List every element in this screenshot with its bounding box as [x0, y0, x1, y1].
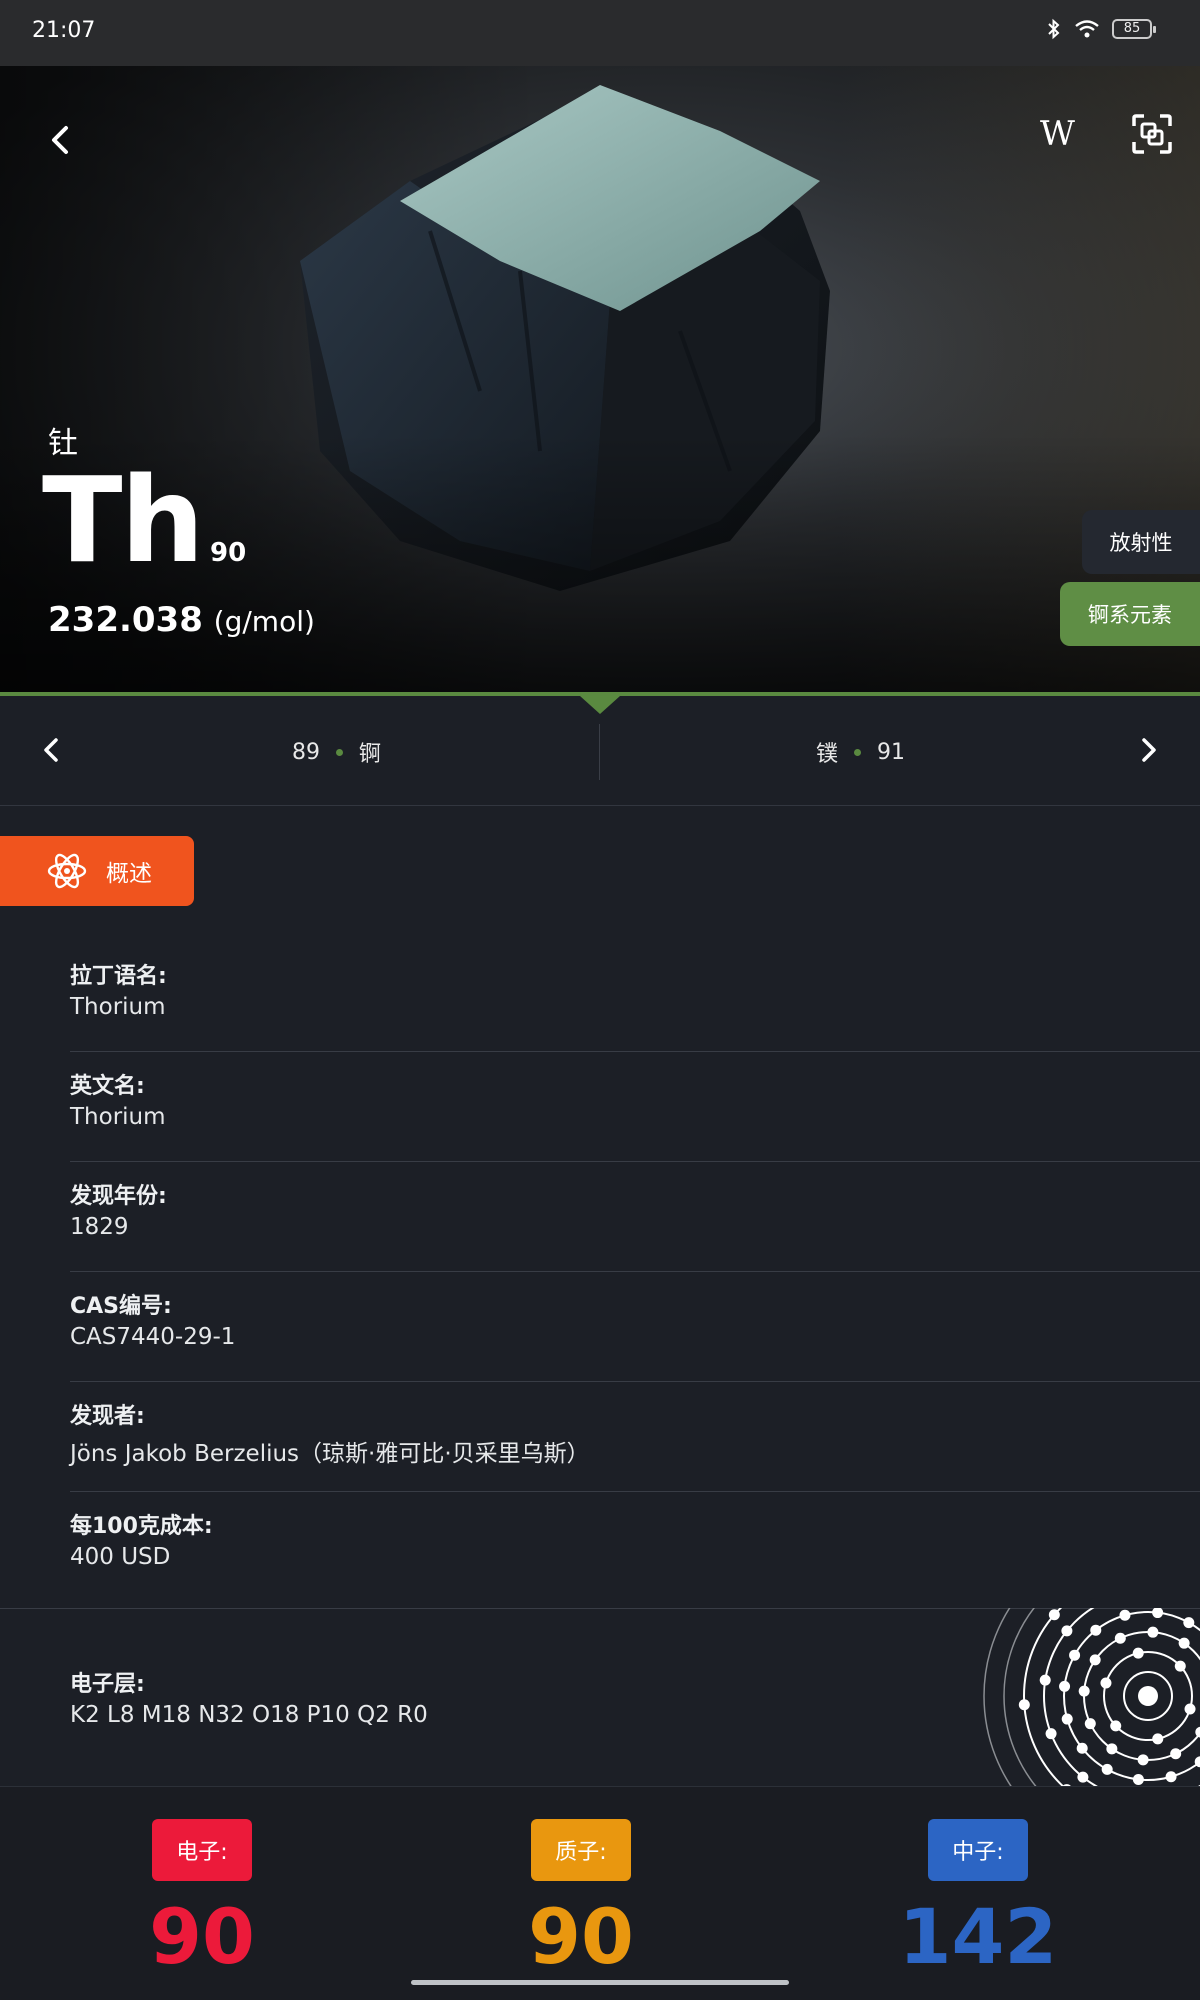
particle-counts: 电子: 质子: 中子: 90 90 142: [0, 1786, 1200, 2000]
wifi-icon: [1075, 20, 1099, 38]
orbit-electron: [1119, 1609, 1131, 1621]
orbit-electron: [1061, 1625, 1073, 1637]
orbit-electron: [1039, 1674, 1051, 1686]
orbit-electron: [1165, 1771, 1177, 1783]
neutron-badge: 中子:: [928, 1819, 1028, 1881]
orbit-electron: [1045, 1728, 1057, 1740]
info-cost: 每100克成本: 400 USD: [70, 1492, 1200, 1602]
orbit-electron: [1195, 1726, 1200, 1738]
orbit-electron: [1106, 1743, 1118, 1755]
electron-badge: 电子:: [152, 1819, 252, 1881]
screenshot-icon[interactable]: [1128, 110, 1176, 158]
status-bar: 21:07 85: [0, 0, 1200, 66]
orbit-electron: [1089, 1654, 1101, 1666]
orbit-electron: [1018, 1699, 1030, 1711]
info-value: Thorium: [70, 994, 166, 1020]
wikipedia-button[interactable]: W: [1040, 114, 1075, 154]
electron-count: 90: [149, 1892, 255, 1981]
orbit-electron: [1114, 1632, 1126, 1644]
shell-value: K2 L8 M18 N32 O18 P10 Q2 R0: [70, 1702, 428, 1728]
orbit-nucleus: [1138, 1686, 1158, 1706]
info-latin-name: 拉丁语名: Thorium: [70, 942, 1200, 1052]
tag-radioactive[interactable]: 放射性: [1082, 510, 1200, 574]
info-label: 发现年份:: [70, 1184, 167, 1209]
orbit-electron: [1110, 1720, 1122, 1732]
orbit-ring: [1003, 1608, 1037, 1786]
orbit-electron: [1078, 1685, 1090, 1697]
atomic-mass-value: 232.038: [48, 600, 203, 640]
info-label: 英文名:: [70, 1074, 145, 1099]
atom-icon: [47, 853, 87, 889]
info-value: Thorium: [70, 1104, 166, 1130]
info-label: CAS编号:: [70, 1294, 172, 1319]
orbit-electron: [1152, 1608, 1164, 1619]
info-cas-number: CAS编号: CAS7440-29-1: [70, 1272, 1200, 1382]
orbit-electron: [1132, 1647, 1144, 1659]
back-arrow-icon[interactable]: [32, 112, 88, 168]
tab-overview[interactable]: 概述: [0, 836, 194, 906]
tab-overview-label: 概述: [106, 861, 152, 887]
battery-icon: 85: [1112, 19, 1156, 39]
status-time: 21:07: [32, 18, 96, 43]
orbit-electron: [1069, 1649, 1081, 1661]
orbit-electron: [1084, 1718, 1096, 1730]
orbit-electron: [1132, 1773, 1144, 1785]
element-info-list: 拉丁语名: Thorium 英文名: Thorium 发现年份: 1829 CA…: [70, 942, 1200, 1602]
separator-dot: [854, 748, 862, 756]
info-value: CAS7440-29-1: [70, 1324, 236, 1350]
info-label: 每100克成本:: [70, 1514, 213, 1539]
orbit-electron: [1184, 1703, 1196, 1715]
orbit-electron: [1152, 1733, 1164, 1745]
electron-shells: 电子层: K2 L8 M18 N32 O18 P10 Q2 R0: [70, 1666, 428, 1728]
info-value: Jöns Jakob Berzelius（琼斯·雅可比·贝采里乌斯）: [70, 1441, 590, 1467]
bluetooth-icon: [1048, 18, 1060, 40]
orbit-electron: [1090, 1624, 1102, 1636]
neutron-count: 142: [898, 1892, 1058, 1981]
orbit-electron: [1101, 1763, 1113, 1775]
thorium-sample-image: [300, 85, 830, 591]
orbit-electron: [1147, 1626, 1159, 1638]
chevron-left-icon[interactable]: [32, 730, 72, 770]
atomic-number: 90: [210, 538, 247, 568]
proton-count: 90: [528, 1892, 634, 1981]
info-value: 1829: [70, 1214, 129, 1240]
chevron-right-icon[interactable]: [1128, 730, 1168, 770]
orbit-electron: [1183, 1617, 1195, 1629]
orbit-electron: [1061, 1713, 1073, 1725]
element-navigation: 89 锕 镤 91: [0, 696, 1200, 806]
separator-dot: [336, 748, 343, 756]
orbit-ring: [1023, 1608, 1065, 1786]
info-label: 拉丁语名:: [70, 964, 167, 989]
proton-badge: 质子:: [531, 1819, 631, 1881]
prev-element-name: 锕: [359, 742, 382, 767]
shell-label: 电子层:: [70, 1672, 145, 1697]
orbit-electron: [1170, 1748, 1182, 1760]
orbit-electron: [1137, 1754, 1149, 1766]
electron-orbit-diagram: [983, 1608, 1200, 1786]
home-indicator[interactable]: [411, 1980, 789, 1985]
orbit-electron: [1174, 1660, 1186, 1672]
orbit-electron: [1059, 1680, 1071, 1692]
info-english-name: 英文名: Thorium: [70, 1052, 1200, 1162]
orbit-electron: [1100, 1677, 1112, 1689]
info-value: 400 USD: [70, 1544, 171, 1570]
orbit-electron: [1076, 1742, 1088, 1754]
element-symbol: Th: [42, 451, 204, 589]
element-hero: W 钍 Th 90 232.038 (g/mol) 放射性 锕系元素: [0, 66, 1200, 694]
prev-element-link[interactable]: 89 锕: [292, 736, 381, 768]
nav-divider: [599, 724, 600, 780]
info-label: 发现者:: [70, 1404, 145, 1429]
orbit-electron: [1178, 1637, 1190, 1649]
prev-element-number: 89: [292, 739, 320, 765]
tag-actinide[interactable]: 锕系元素: [1060, 582, 1200, 646]
next-element-number: 91: [877, 739, 906, 765]
next-element-link[interactable]: 镤 91: [816, 736, 905, 768]
atomic-mass: 232.038 (g/mol): [48, 600, 315, 640]
next-element-name: 镤: [816, 742, 839, 767]
info-discoverer: 发现者: Jöns Jakob Berzelius（琼斯·雅可比·贝采里乌斯）: [70, 1382, 1200, 1492]
orbit-electron: [1077, 1771, 1089, 1783]
orbit-electron: [1048, 1609, 1060, 1621]
info-discovery-year: 发现年份: 1829: [70, 1162, 1200, 1272]
atomic-mass-unit: (g/mol): [213, 605, 315, 638]
